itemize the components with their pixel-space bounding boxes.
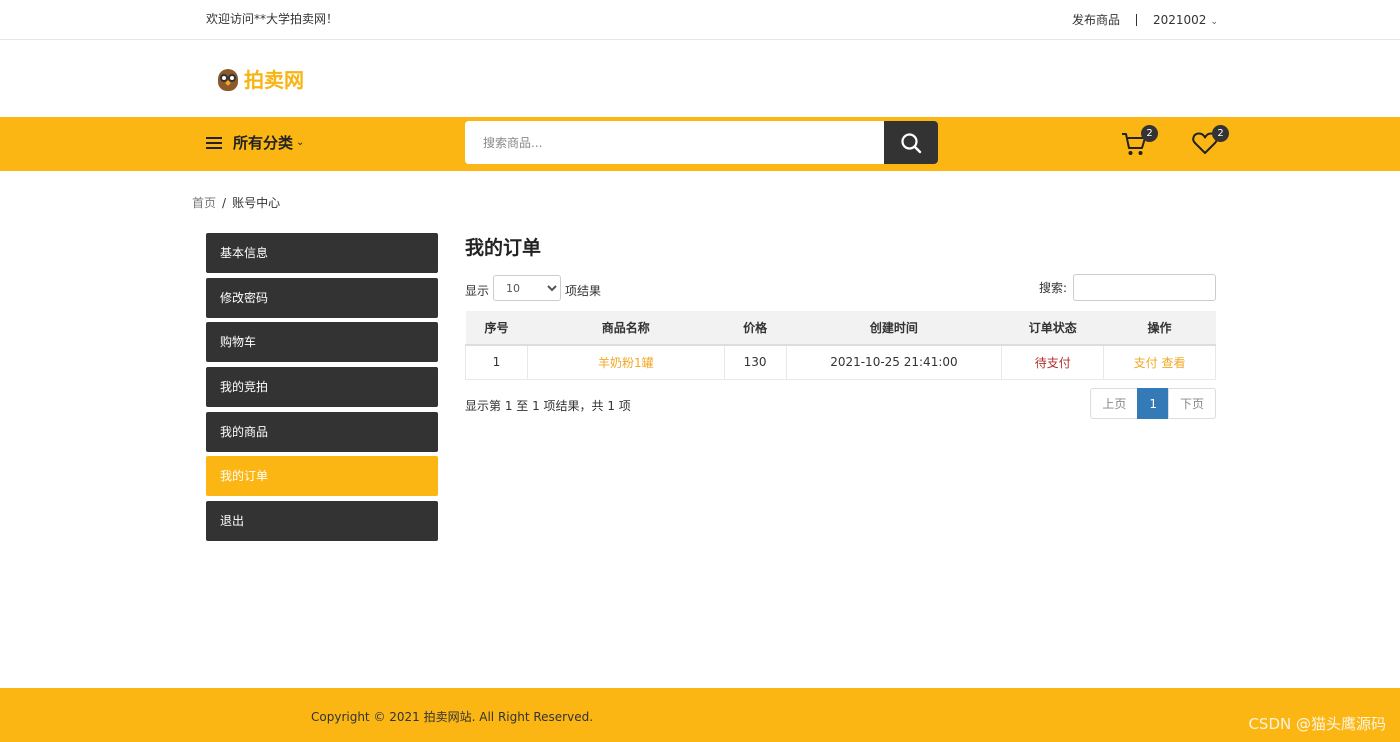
top-right-links: 发布商品 2021002 ⌄: [1072, 11, 1218, 28]
page-length-control: 显示 10 项结果: [465, 275, 602, 301]
page-1-button[interactable]: 1: [1137, 388, 1169, 419]
sidebar-item-cart[interactable]: 购物车: [206, 322, 438, 363]
menu-icon: [206, 136, 222, 149]
user-menu[interactable]: 2021002 ⌄: [1153, 13, 1218, 27]
table-info: 显示第 1 至 1 项结果，共 1 项: [465, 399, 631, 413]
search-bar: [465, 121, 938, 164]
search-icon: [901, 132, 922, 153]
table-row: 1 羊奶粉1罐 130 2021-10-25 21:41:00 待支付 支付 查…: [465, 344, 1216, 380]
search-label: 搜索:: [1038, 281, 1067, 295]
order-price: 130: [723, 344, 787, 380]
view-link[interactable]: 查看: [1161, 356, 1185, 370]
order-created-time: 2021-10-25 21:41:00: [785, 344, 1003, 380]
cart-button[interactable]: 2: [1120, 125, 1158, 159]
page-title: 我的订单: [465, 237, 542, 259]
chevron-down-icon: ⌄: [296, 137, 305, 148]
orders-table: 序号 商品名称 价格 创建时间 订单状态 操作 1 羊奶粉1罐 130 2021…: [465, 311, 1216, 380]
category-label: 所有分类: [233, 134, 294, 152]
account-sidebar: 基本信息 修改密码 购物车 我的竞拍 我的商品 我的订单 退出: [206, 233, 438, 546]
owl-logo-icon: [216, 65, 240, 93]
main-nav: 所有分类 ⌄ 2 2: [0, 117, 1400, 171]
show-label: 显示: [465, 283, 490, 298]
cart-count-badge: 2: [1141, 125, 1158, 142]
order-no: 1: [465, 344, 528, 380]
next-page-button[interactable]: 下页: [1167, 388, 1216, 419]
table-controls: 显示 10 项结果 搜索:: [465, 274, 1216, 302]
sidebar-item-change-password[interactable]: 修改密码: [206, 277, 438, 318]
top-bar: 欢迎访问**大学拍卖网！ 发布商品 2021002 ⌄: [0, 0, 1400, 40]
sidebar-item-basic-info[interactable]: 基本信息: [206, 233, 438, 273]
column-header[interactable]: 商品名称: [527, 311, 725, 346]
site-logo[interactable]: 拍卖网: [216, 64, 304, 93]
pay-link[interactable]: 支付: [1134, 356, 1158, 370]
breadcrumb-home[interactable]: 首页: [192, 196, 216, 210]
breadcrumb-current: 账号中心: [232, 196, 281, 210]
sidebar-item-logout[interactable]: 退出: [206, 501, 438, 542]
orders-panel: 我的订单 显示 10 项结果 搜索: 序号 商品名称 价格 创建时间 订单状态 …: [465, 233, 1216, 419]
page-size-select[interactable]: 10: [493, 275, 562, 301]
copyright-text: Copyright © 2021 拍卖网站. All Right Reserve…: [311, 710, 594, 724]
order-actions: 支付 查看: [1103, 344, 1216, 380]
welcome-text: 欢迎访问**大学拍卖网！: [206, 12, 339, 26]
table-header-row: 序号 商品名称 价格 创建时间 订单状态 操作: [465, 311, 1216, 346]
publish-link[interactable]: 发布商品: [1072, 11, 1120, 28]
breadcrumb: 首页 / 账号中心: [192, 196, 281, 210]
results-label: 项结果: [565, 283, 602, 298]
order-status: 待支付: [1001, 344, 1105, 380]
pagination: 上页 1 下页: [1090, 388, 1216, 419]
table-filter: 搜索:: [1039, 274, 1216, 301]
search-button[interactable]: [884, 121, 938, 164]
column-header[interactable]: 订单状态: [1001, 311, 1104, 346]
sidebar-item-my-bids[interactable]: 我的竞拍: [206, 367, 438, 408]
wishlist-button[interactable]: 2: [1191, 125, 1229, 159]
search-input[interactable]: [465, 121, 884, 164]
column-header[interactable]: 价格: [724, 311, 787, 346]
column-header[interactable]: 序号: [465, 311, 528, 346]
wishlist-count-badge: 2: [1212, 125, 1229, 142]
prev-page-button[interactable]: 上页: [1090, 388, 1139, 419]
logo-text: 拍卖网: [244, 68, 304, 92]
chevron-down-icon: ⌄: [1210, 16, 1218, 27]
footer: Copyright © 2021 拍卖网站. All Right Reserve…: [0, 688, 1400, 742]
watermark: CSDN @猫头鹰源码: [1248, 715, 1386, 733]
column-header[interactable]: 创建时间: [786, 311, 1002, 346]
sidebar-item-my-orders[interactable]: 我的订单: [206, 456, 438, 497]
username: 2021002: [1153, 12, 1207, 27]
category-menu[interactable]: 所有分类 ⌄: [206, 132, 304, 153]
sidebar-item-my-products[interactable]: 我的商品: [206, 411, 438, 452]
divider: [1136, 13, 1137, 26]
product-name-link[interactable]: 羊奶粉1罐: [526, 344, 725, 380]
table-search-input[interactable]: [1073, 274, 1216, 301]
column-header[interactable]: 操作: [1103, 311, 1216, 346]
